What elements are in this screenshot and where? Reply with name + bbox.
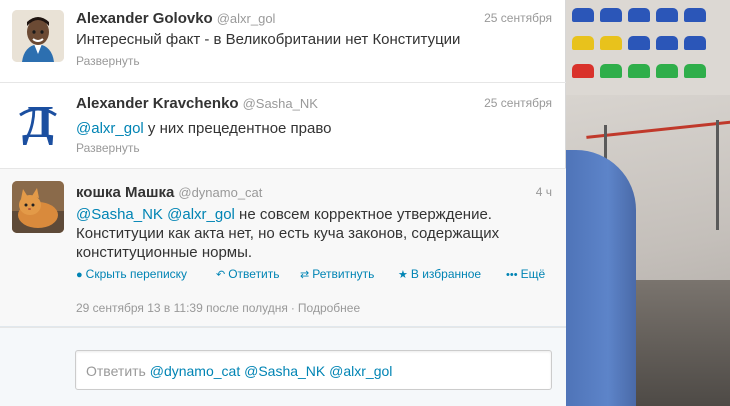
tweet-header: Alexander Kravchenko @Sasha_NK 25 сентябр… — [76, 95, 552, 115]
tweet-text: @Sasha_NK @alxr_gol не совсем корректное… — [76, 205, 536, 262]
seat — [572, 8, 594, 22]
reply-label: Ответить — [228, 267, 280, 281]
background-photo — [566, 0, 730, 406]
seat — [572, 64, 594, 78]
reply-input[interactable]: Ответить @dynamo_cat @Sasha_NK @alxr_gol — [75, 350, 552, 390]
author-fullname[interactable]: кошка Машка — [76, 184, 174, 201]
tweet-meta: 29 сентября 13 в 11:39 после полудня · Под… — [76, 301, 360, 315]
tweet-text: Интересный факт - в Великобритании нет К… — [76, 31, 461, 48]
chat-bubble-icon: ● — [76, 269, 83, 281]
seat — [684, 36, 706, 50]
avatar[interactable]: Д — [12, 93, 64, 145]
retweet-icon: ⇄ — [300, 269, 310, 281]
separator-dot: · — [290, 301, 295, 315]
author-username[interactable]: @Sasha_NK — [243, 96, 318, 111]
tweet-time[interactable]: 4 ч — [536, 185, 552, 199]
seat — [684, 8, 706, 22]
seat — [600, 64, 622, 78]
author-fullname[interactable]: Alexander Golovko — [76, 10, 213, 27]
tweet-time[interactable]: 25 сентября — [484, 96, 552, 110]
seat — [656, 64, 678, 78]
more-label: Ещё — [520, 267, 546, 281]
tweet-conversation: Alexander Golovko @alxr_gol 25 сентября И… — [0, 0, 566, 406]
tweet-expanded[interactable]: кошка Машка @dynamo_cat 4 ч @Sasha_NK @al… — [0, 169, 566, 327]
seat — [628, 8, 650, 22]
seat — [656, 8, 678, 22]
reply-arrow-icon: ↶ — [216, 269, 226, 281]
mention-link[interactable]: @alxr_gol — [76, 120, 144, 137]
tweet-time[interactable]: 25 сентября — [484, 11, 552, 25]
svg-text:Д: Д — [22, 96, 54, 145]
tweet[interactable]: Alexander Golovko @alxr_gol 25 сентября И… — [0, 0, 566, 83]
hide-conversation-button[interactable]: ● Скрыть переписку — [76, 267, 187, 281]
expand-link[interactable]: Развернуть — [76, 141, 140, 155]
dynamo-logo-icon: Д — [12, 93, 64, 145]
tweet-header: кошка Машка @dynamo_cat 4 ч — [76, 184, 552, 204]
tweet-text-body: у них прецедентное право — [143, 120, 332, 137]
seat — [628, 36, 650, 50]
floor-shadow — [626, 280, 730, 406]
details-link[interactable]: Подробнее — [298, 301, 360, 315]
author-fullname[interactable]: Alexander Kravchenko — [76, 95, 239, 112]
seat — [572, 36, 594, 50]
retweet-button[interactable]: ⇄ Ретвитнуть — [300, 267, 374, 281]
ellipsis-icon: ••• — [506, 269, 518, 281]
expand-link[interactable]: Развернуть — [76, 54, 140, 68]
avatar[interactable] — [12, 181, 64, 233]
seat — [684, 64, 706, 78]
reply-mention: @Sasha_NK — [244, 363, 326, 379]
star-icon: ★ — [398, 269, 408, 281]
author-username[interactable]: @dynamo_cat — [178, 185, 262, 200]
reply-prefix: Ответить — [86, 363, 150, 379]
barrier-post — [716, 120, 719, 230]
retweet-label: Ретвитнуть — [312, 267, 375, 281]
seat — [628, 64, 650, 78]
mention-link[interactable]: @alxr_gol — [167, 206, 235, 223]
avatar-image — [12, 10, 64, 62]
tweet-text: @alxr_gol у них прецедентное право — [76, 119, 552, 138]
seat — [600, 8, 622, 22]
tweet[interactable]: Д Alexander Kravchenko @Sasha_NK 25 сентя… — [0, 83, 566, 169]
reply-button[interactable]: ↶ Ответить — [216, 267, 280, 281]
tweet-actions: ● Скрыть переписку ↶ Ответить ⇄ Ретвитнуть … — [76, 267, 556, 285]
person-figure — [566, 150, 636, 406]
mention-link[interactable]: @Sasha_NK — [76, 206, 163, 223]
reply-mention: @dynamo_cat — [149, 363, 241, 379]
favorite-label: В избранное — [410, 267, 482, 281]
cat-avatar-image — [12, 181, 64, 233]
favorite-button[interactable]: ★ В избранное — [398, 267, 481, 281]
author-username[interactable]: @alxr_gol — [217, 11, 276, 26]
seat — [656, 36, 678, 50]
more-button[interactable]: ••• Ещё — [506, 267, 545, 281]
avatar[interactable] — [12, 10, 64, 62]
seat — [600, 36, 622, 50]
reply-mention: @alxr_gol — [329, 363, 393, 379]
tweet-header: Alexander Golovko @alxr_gol 25 сентября — [76, 10, 552, 30]
hide-conversation-label: Скрыть переписку — [85, 267, 188, 281]
tweet-timestamp[interactable]: 29 сентября 13 в 11:39 после полудня — [76, 301, 288, 315]
